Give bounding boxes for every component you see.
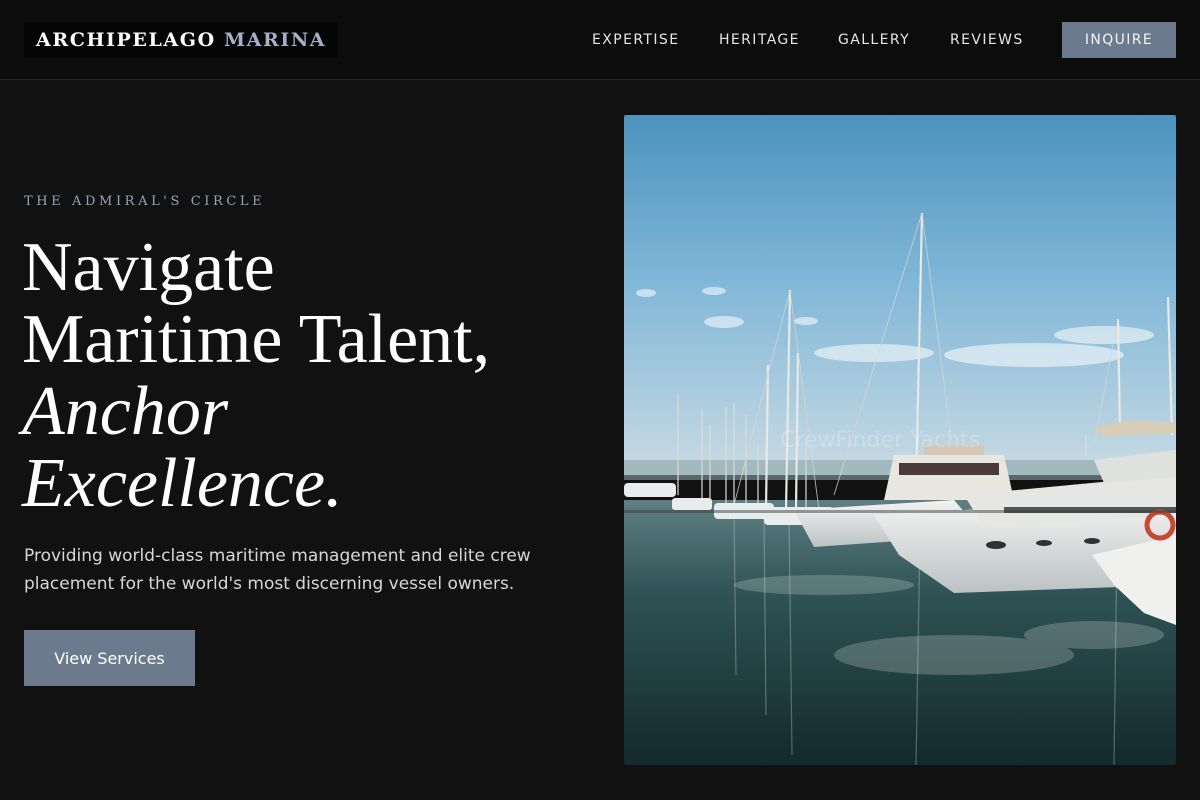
- nav-link-reviews[interactable]: REVIEWS: [950, 22, 1024, 58]
- headline-line-2: Maritime Talent,: [22, 301, 491, 378]
- hero-description: Providing world-class maritime managemen…: [24, 546, 531, 594]
- marina-yachts-image: CrewFinder Yachts: [624, 115, 1176, 765]
- brand-logo[interactable]: ARCHIPELAGO MARINA: [24, 22, 339, 58]
- hero-eyebrow: THE ADMIRAL'S CIRCLE: [24, 194, 266, 209]
- headline-line-4: Excellence.: [22, 445, 343, 522]
- hero-headline: Navigate Maritime Talent, Anchor Excelle…: [22, 232, 490, 520]
- brand-name-part1: ARCHIPELAGO: [36, 29, 216, 51]
- headline-line-1: Navigate: [22, 229, 275, 306]
- site-header: ARCHIPELAGO MARINA EXPERTISE HERITAGE GA…: [0, 0, 1200, 80]
- inquire-button[interactable]: INQUIRE: [1062, 22, 1176, 58]
- view-services-button[interactable]: View Services: [24, 630, 195, 686]
- headline-line-3: Anchor: [22, 373, 229, 450]
- nav-link-heritage[interactable]: HERITAGE: [719, 22, 800, 58]
- image-watermark: CrewFinder Yachts: [780, 428, 981, 453]
- nav-link-gallery[interactable]: GALLERY: [838, 22, 910, 58]
- brand-name-part2: MARINA: [223, 29, 327, 51]
- nav-link-expertise[interactable]: EXPERTISE: [592, 22, 679, 58]
